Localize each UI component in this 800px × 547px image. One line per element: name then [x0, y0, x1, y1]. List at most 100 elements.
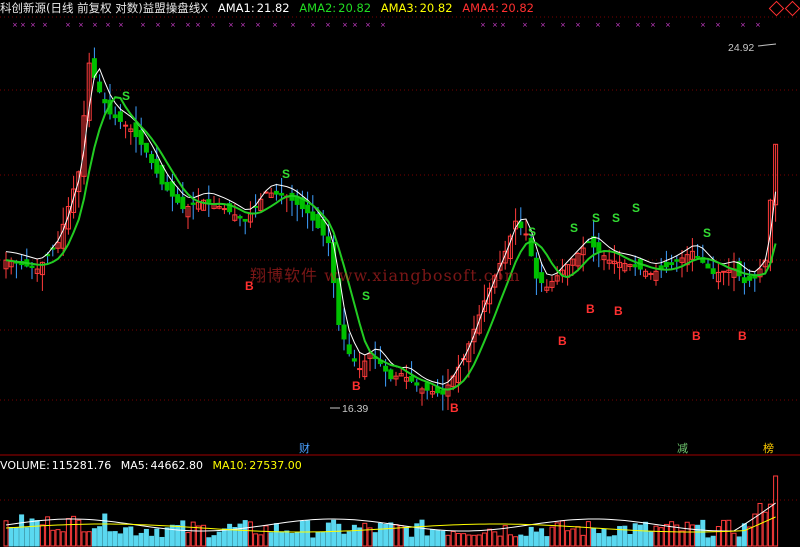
volume-bar: [435, 529, 441, 547]
volume-bar: [424, 535, 430, 547]
buy-signal: B: [614, 304, 623, 318]
ama2-value: 20.82: [338, 1, 372, 15]
stock-name[interactable]: 科创新源: [0, 1, 46, 15]
volume-bar: [585, 521, 591, 547]
volume-bar: [627, 534, 633, 547]
volume-bar: [50, 529, 56, 547]
volume-bar: [60, 531, 66, 547]
top-marker: ×: [210, 21, 216, 29]
volume-bar: [362, 522, 368, 547]
top-marker: ×: [522, 21, 528, 29]
volume-bar: [112, 531, 118, 547]
candle-body: [149, 154, 155, 164]
ama1-value: 21.82: [256, 1, 290, 15]
candle-body: [273, 190, 279, 195]
volume-bar: [367, 527, 373, 547]
volume-bar: [570, 528, 576, 547]
volume-bar: [351, 524, 357, 547]
volume-bar: [679, 530, 685, 547]
volume-bar: [39, 524, 45, 547]
volume-header: VOLUME: 115281.76 MA5: 44662.80 MA10: 27537…: [0, 458, 308, 473]
volume-bar: [700, 519, 706, 547]
volume-bar: [331, 519, 337, 547]
ma5-label: MA5:: [120, 459, 149, 472]
buy-signal: B: [738, 329, 747, 343]
ma10-value: 27537.00: [249, 459, 302, 472]
volume-bar: [674, 524, 680, 547]
event-tag-jian[interactable]: 减: [677, 442, 688, 455]
candle-body: [710, 268, 716, 275]
volume-bar: [513, 536, 519, 547]
volume-bar: [19, 514, 25, 547]
volume-label: VOLUME:: [0, 459, 50, 472]
top-marker: ×: [560, 21, 566, 29]
candle-body: [305, 204, 311, 214]
volume-bar: [65, 518, 71, 547]
volume-bar: [133, 535, 139, 547]
volume-bar: [117, 533, 123, 547]
sell-signal: S: [703, 226, 711, 240]
volume-bar: [305, 520, 311, 547]
volume-bar: [684, 521, 690, 547]
sell-signal: S: [282, 167, 290, 181]
top-marker: ×: [272, 21, 278, 29]
top-marker: ×: [12, 21, 18, 29]
volume-bar: [533, 531, 539, 547]
event-tag-bang[interactable]: 榜: [763, 442, 774, 455]
volume-bar: [336, 523, 342, 547]
volume-bar: [123, 527, 129, 547]
top-marker: ×: [118, 21, 124, 29]
top-marker: ×: [30, 21, 36, 29]
volume-bar: [773, 475, 779, 547]
top-marker: ×: [540, 21, 546, 29]
volume-bar: [466, 534, 472, 547]
volume-bar: [268, 532, 274, 547]
top-marker: ×: [342, 21, 348, 29]
top-marker: ×: [65, 21, 71, 29]
volume-bar: [71, 515, 77, 547]
top-marker: ×: [700, 21, 706, 29]
volume-bar: [632, 523, 638, 547]
volume-bar: [643, 521, 649, 547]
high-arrow: [757, 43, 777, 47]
sell-signal: S: [632, 201, 640, 215]
volume-bar: [523, 535, 529, 547]
sell-signal: S: [122, 89, 130, 103]
candle-body: [143, 142, 149, 153]
candle-body: [747, 275, 753, 281]
candle-body: [409, 375, 415, 382]
top-marker: ×: [255, 21, 261, 29]
volume-bar: [13, 527, 19, 547]
volume-bar: [143, 528, 149, 547]
volume-bar: [559, 520, 565, 547]
volume-bar: [471, 534, 477, 547]
candle-body: [539, 272, 545, 284]
volume-bar: [663, 523, 669, 547]
top-marker: ×: [310, 21, 316, 29]
sell-signal: S: [592, 211, 600, 225]
volume-bar: [190, 521, 196, 547]
candle-body: [440, 390, 446, 395]
buy-signal: B: [692, 329, 701, 343]
volume-bar: [476, 534, 482, 547]
volume-value: 115281.76: [51, 459, 112, 472]
top-marker: ×: [575, 21, 581, 29]
candle-body: [242, 218, 248, 222]
volume-bar: [227, 523, 233, 547]
volume-bar: [211, 535, 217, 547]
event-tag-cai[interactable]: 财: [299, 442, 310, 455]
volume-bar: [258, 534, 264, 547]
volume-bar: [767, 503, 773, 547]
candle-body: [383, 365, 389, 372]
volume-bar: [518, 534, 524, 547]
volume-bar: [689, 524, 695, 547]
volume-bar: [481, 532, 487, 547]
volume-bar: [175, 525, 181, 547]
candle-body: [695, 255, 701, 258]
candle-body: [310, 211, 316, 221]
sell-signal: S: [528, 225, 536, 239]
candle-body: [414, 382, 420, 386]
volume-bar: [341, 533, 347, 547]
indicator-name[interactable]: 益盟操盘线X: [143, 1, 208, 15]
volume-bar: [284, 530, 290, 547]
